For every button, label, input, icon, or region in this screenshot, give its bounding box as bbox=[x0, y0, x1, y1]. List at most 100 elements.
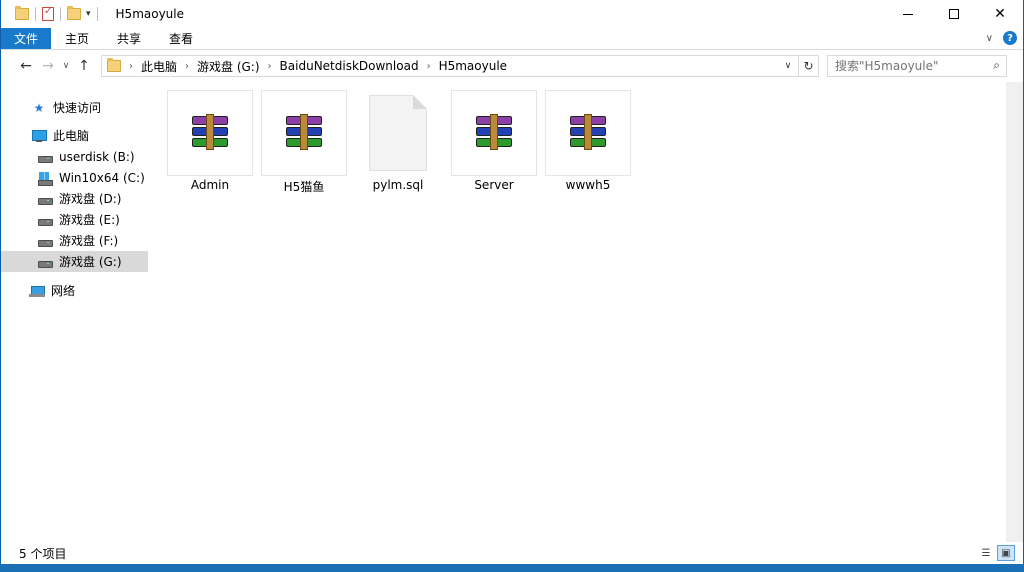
document-icon bbox=[369, 95, 427, 171]
nav-item-drive-b[interactable]: userdisk (B:) bbox=[1, 146, 148, 167]
rar-archive-icon bbox=[284, 114, 324, 150]
file-item-server[interactable]: Server bbox=[451, 82, 537, 192]
address-history-chevron-icon[interactable]: ∨ bbox=[780, 56, 796, 76]
network-icon bbox=[29, 284, 45, 298]
back-button[interactable]: ← bbox=[15, 58, 37, 74]
file-name: pylm.sql bbox=[372, 178, 424, 192]
maximize-button[interactable] bbox=[931, 0, 977, 28]
tab-file[interactable]: 文件 bbox=[1, 28, 51, 49]
tab-view[interactable]: 查看 bbox=[155, 28, 207, 49]
breadcrumb-h5maoyule[interactable]: H5maoyule bbox=[439, 59, 507, 73]
folder-icon[interactable] bbox=[15, 6, 29, 20]
view-toggle: ☰ ▣ bbox=[975, 545, 1015, 561]
maximize-icon bbox=[949, 9, 959, 19]
search-box[interactable]: ⌕ bbox=[827, 55, 1007, 77]
window-title: H5maoyule bbox=[115, 7, 184, 21]
file-item-pylm-sql[interactable]: pylm.sql bbox=[355, 82, 441, 192]
properties-icon[interactable] bbox=[42, 6, 54, 21]
breadcrumb-drive-g[interactable]: 游戏盘 (G:) bbox=[197, 58, 260, 75]
file-name: Server bbox=[474, 178, 514, 192]
folder-icon bbox=[107, 58, 121, 72]
nav-item-label: 快速访问 bbox=[53, 101, 102, 115]
nav-item-drive-d[interactable]: 游戏盘 (D:) bbox=[1, 188, 148, 209]
rar-archive-icon bbox=[474, 114, 514, 150]
rar-archive-icon bbox=[568, 114, 608, 150]
refresh-icon[interactable]: ↻ bbox=[798, 56, 818, 76]
breadcrumb-separator-icon[interactable]: › bbox=[129, 61, 133, 72]
nav-item-network[interactable]: 网络 bbox=[1, 280, 148, 301]
status-bar: 5 个项目 ☰ ▣ bbox=[1, 542, 1023, 564]
title-bar: ▾ H5maoyule ✕ bbox=[1, 0, 1023, 28]
nav-item-label: 游戏盘 (G:) bbox=[59, 255, 122, 269]
file-name: Admin bbox=[190, 178, 230, 192]
nav-item-quick-access[interactable]: ★ 快速访问 bbox=[1, 97, 148, 118]
search-input[interactable] bbox=[835, 59, 985, 73]
nav-item-label: Win10x64 (C:) bbox=[59, 170, 145, 185]
file-name: H5猫鱼 bbox=[283, 180, 325, 194]
nav-item-label: 游戏盘 (E:) bbox=[59, 213, 120, 227]
up-button[interactable]: ↑ bbox=[73, 58, 95, 74]
explorer-window: ▾ H5maoyule ✕ 文件 主页 共享 查看 ∨ ? ← → ∨ ↑ › … bbox=[0, 0, 1024, 572]
drive-icon bbox=[37, 234, 53, 248]
tab-share[interactable]: 共享 bbox=[103, 28, 155, 49]
customize-toolbar-chevron-icon[interactable]: ▾ bbox=[86, 9, 91, 19]
ribbon-tabs: 文件 主页 共享 查看 ∨ ? bbox=[1, 28, 1023, 50]
navigation-bar: ← → ∨ ↑ › 此电脑 › 游戏盘 (G:) › BaiduNetdiskD… bbox=[1, 51, 1023, 81]
windows-drive-icon bbox=[37, 171, 53, 186]
item-count: 5 个项目 bbox=[19, 546, 67, 561]
tab-home[interactable]: 主页 bbox=[51, 28, 103, 49]
nav-item-label: userdisk (B:) bbox=[59, 149, 135, 164]
star-icon: ★ bbox=[33, 100, 45, 115]
file-thumbnail bbox=[261, 90, 347, 176]
nav-item-drive-g[interactable]: 游戏盘 (G:) bbox=[1, 251, 148, 272]
nav-item-this-pc[interactable]: 此电脑 bbox=[1, 125, 148, 146]
navigation-pane: ★ 快速访问 此电脑 userdisk (B:) Win10x64 (C:) 游… bbox=[1, 90, 148, 540]
nav-item-label: 此电脑 bbox=[53, 129, 90, 143]
nav-item-label: 网络 bbox=[51, 284, 76, 298]
file-thumbnail bbox=[355, 90, 441, 176]
computer-icon bbox=[31, 129, 47, 143]
breadcrumb-separator-icon[interactable]: › bbox=[268, 61, 272, 72]
nav-item-drive-f[interactable]: 游戏盘 (F:) bbox=[1, 230, 148, 251]
divider bbox=[60, 7, 61, 21]
address-bar[interactable]: › 此电脑 › 游戏盘 (G:) › BaiduNetdiskDownload … bbox=[101, 55, 819, 77]
rar-archive-icon bbox=[190, 114, 230, 150]
breadcrumb-this-pc[interactable]: 此电脑 bbox=[141, 58, 177, 75]
help-icon[interactable]: ? bbox=[1003, 31, 1017, 45]
new-folder-icon[interactable] bbox=[67, 6, 81, 20]
ribbon-right-controls: ∨ ? bbox=[986, 31, 1017, 45]
nav-item-label: 游戏盘 (D:) bbox=[59, 192, 122, 206]
search-icon[interactable]: ⌕ bbox=[993, 58, 1000, 73]
vertical-scrollbar[interactable] bbox=[1006, 82, 1023, 542]
file-name: wwwh5 bbox=[565, 178, 611, 192]
file-list: Admin H5猫鱼 pylm.sql Server wwwh5 bbox=[149, 82, 1009, 542]
window-controls: ✕ bbox=[885, 0, 1023, 28]
large-icons-view-icon[interactable]: ▣ bbox=[997, 545, 1015, 561]
divider bbox=[96, 7, 98, 21]
drive-icon bbox=[37, 150, 53, 164]
nav-item-drive-c[interactable]: Win10x64 (C:) bbox=[1, 167, 148, 188]
details-view-icon[interactable]: ☰ bbox=[977, 545, 995, 561]
quick-access-toolbar: ▾ bbox=[15, 0, 104, 28]
nav-item-drive-e[interactable]: 游戏盘 (E:) bbox=[1, 209, 148, 230]
file-item-wwwh5[interactable]: wwwh5 bbox=[545, 82, 631, 192]
file-thumbnail bbox=[451, 90, 537, 176]
file-item-h5maoyu[interactable]: H5猫鱼 bbox=[261, 82, 347, 194]
breadcrumb-separator-icon[interactable]: › bbox=[185, 61, 189, 72]
desktop-edge bbox=[0, 564, 1024, 572]
nav-item-label: 游戏盘 (F:) bbox=[59, 234, 119, 248]
breadcrumb-baidunetdisk[interactable]: BaiduNetdiskDownload bbox=[280, 59, 419, 73]
minimize-button[interactable] bbox=[885, 0, 931, 28]
breadcrumb-separator-icon[interactable]: › bbox=[427, 61, 431, 72]
close-button[interactable]: ✕ bbox=[977, 0, 1023, 28]
drive-icon bbox=[37, 213, 53, 227]
forward-button[interactable]: → bbox=[37, 58, 59, 74]
close-icon: ✕ bbox=[994, 6, 1006, 22]
file-item-admin[interactable]: Admin bbox=[167, 82, 253, 192]
drive-icon bbox=[37, 192, 53, 206]
recent-locations-chevron-icon[interactable]: ∨ bbox=[59, 61, 73, 71]
drive-icon bbox=[37, 255, 53, 269]
divider bbox=[35, 7, 36, 21]
expand-ribbon-chevron-icon[interactable]: ∨ bbox=[986, 33, 993, 44]
minimize-icon bbox=[903, 13, 913, 15]
